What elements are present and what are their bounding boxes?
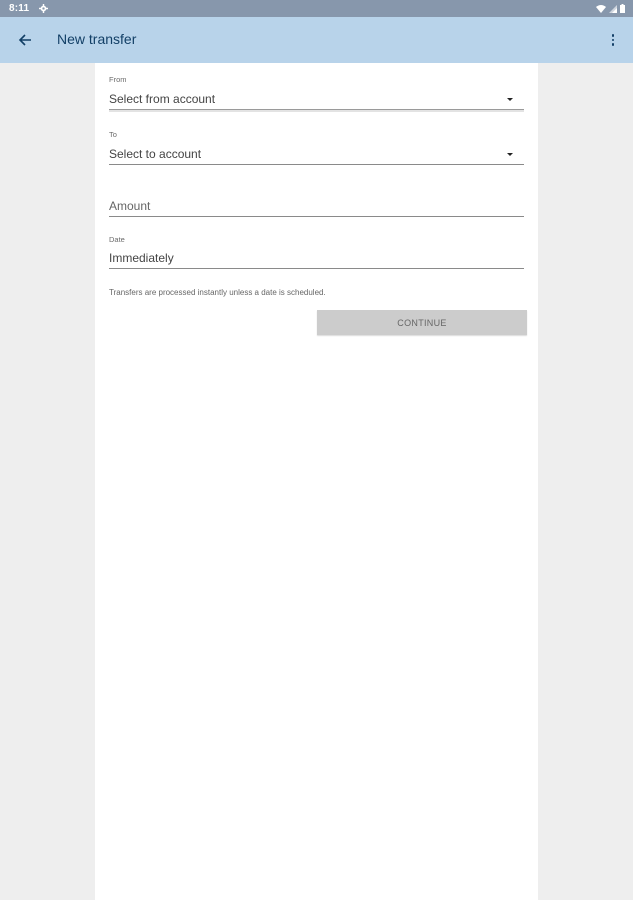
to-account-select[interactable]: Select to account bbox=[109, 147, 524, 164]
status-time: 8:11 bbox=[9, 3, 30, 14]
date-input[interactable]: Immediately bbox=[109, 251, 524, 268]
transfer-form: From Select from account To Select to ac… bbox=[95, 63, 538, 900]
battery-icon bbox=[620, 4, 625, 13]
settings-icon bbox=[39, 4, 49, 13]
from-account-select[interactable]: Select from account bbox=[109, 92, 524, 109]
amount-input[interactable]: Amount bbox=[109, 199, 524, 216]
helper-text: Transfers are processed instantly unless… bbox=[109, 288, 326, 297]
chevron-down-icon bbox=[507, 98, 513, 101]
to-label: To bbox=[109, 130, 117, 139]
signal-icon bbox=[609, 4, 617, 13]
amount-field[interactable]: Amount bbox=[109, 199, 524, 217]
page-title: New transfer bbox=[57, 31, 137, 47]
app-bar: New transfer bbox=[0, 17, 633, 63]
status-bar: 8:11 bbox=[0, 0, 633, 17]
more-options-button[interactable] bbox=[607, 30, 619, 50]
wifi-icon bbox=[596, 4, 606, 13]
chevron-down-icon bbox=[507, 153, 513, 156]
arrow-left-icon bbox=[18, 34, 31, 46]
continue-button[interactable]: CONTINUE bbox=[317, 310, 527, 335]
date-label: Date bbox=[109, 235, 125, 244]
more-vert-icon bbox=[611, 34, 615, 37]
from-label: From bbox=[109, 75, 127, 84]
date-field[interactable]: Date Immediately bbox=[109, 235, 524, 269]
back-button[interactable] bbox=[14, 29, 36, 51]
status-icons bbox=[596, 4, 625, 13]
to-account-field[interactable]: To Select to account bbox=[109, 130, 524, 165]
from-account-field[interactable]: From Select from account bbox=[109, 75, 524, 112]
